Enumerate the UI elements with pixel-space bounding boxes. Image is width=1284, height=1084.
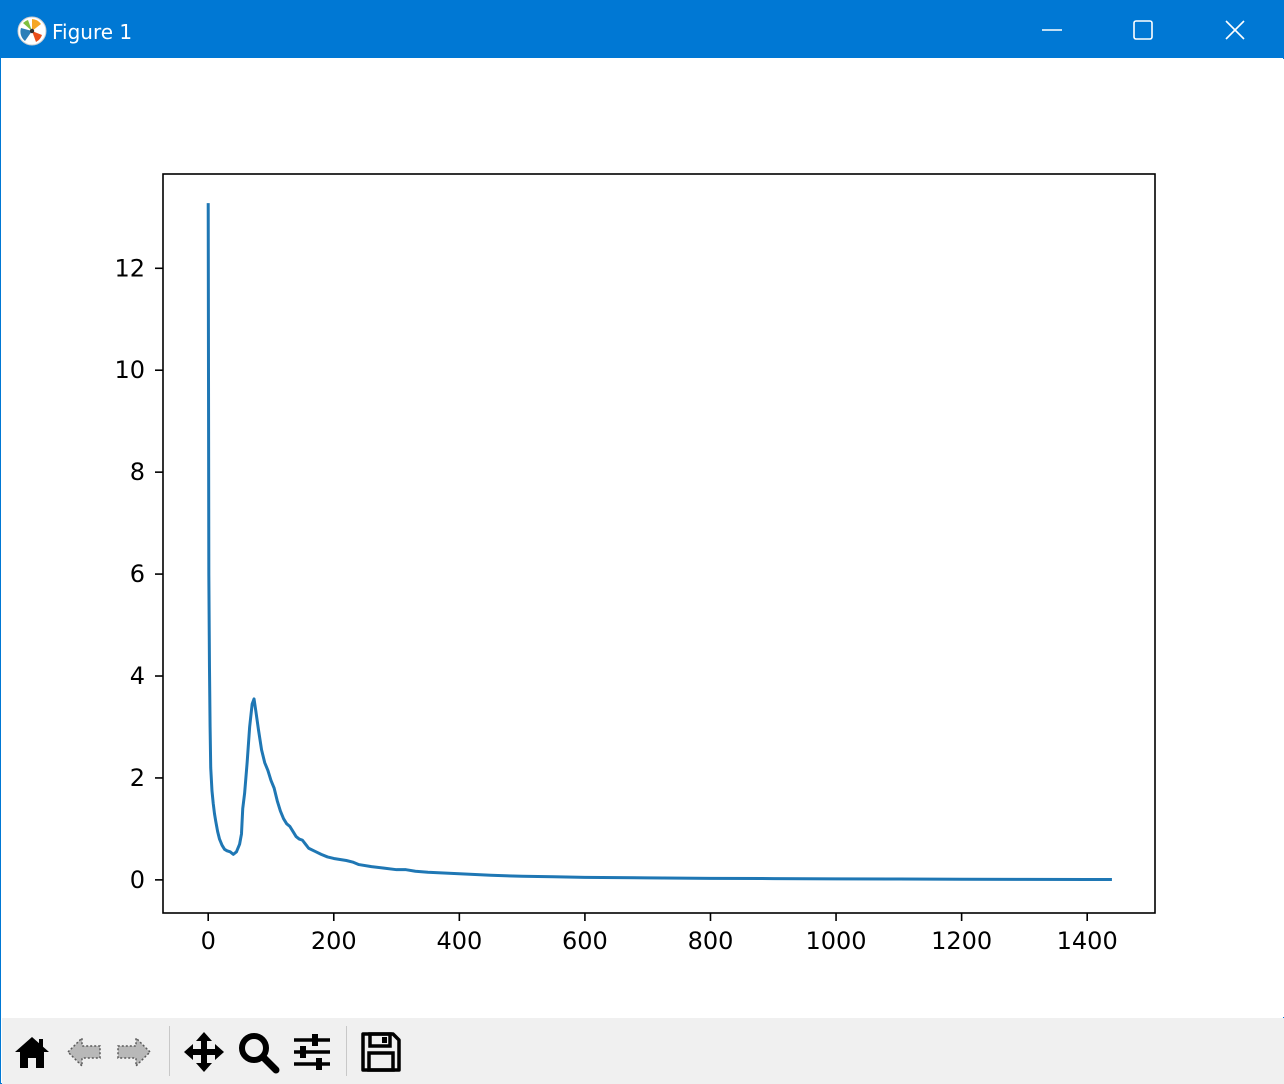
x-tick-label: 1400	[1057, 927, 1118, 955]
navigation-toolbar	[2, 1018, 1284, 1084]
y-tick-label: 12	[114, 254, 145, 282]
toolbar-separator	[346, 1026, 347, 1076]
y-tick-label: 4	[130, 662, 145, 690]
x-tick-label: 400	[436, 927, 482, 955]
window-title: Figure 1	[52, 20, 133, 44]
close-button[interactable]	[1189, 1, 1281, 58]
x-tick-label: 200	[311, 927, 357, 955]
pan-button[interactable]	[180, 1028, 228, 1076]
x-tick-label: 1200	[931, 927, 992, 955]
figure-canvas[interactable]: 0 200 400 600 800 1000 1200 1400 0 2 4 6 8 10 12	[2, 59, 1284, 1017]
axes-frame	[162, 173, 1156, 914]
move-icon	[184, 1032, 224, 1072]
back-arrow-icon	[66, 1036, 101, 1068]
close-icon	[1225, 19, 1245, 40]
home-icon	[15, 1037, 49, 1068]
x-tick-label: 0	[201, 927, 216, 955]
toolbar-separator	[169, 1026, 170, 1076]
forward-button[interactable]	[110, 1028, 158, 1076]
save-button[interactable]	[357, 1028, 405, 1076]
zoom-button[interactable]	[234, 1028, 282, 1076]
x-tick-label: 800	[688, 927, 734, 955]
x-tick-label: 600	[562, 927, 608, 955]
sliders-icon	[294, 1034, 330, 1070]
configure-subplots-button[interactable]	[288, 1028, 336, 1076]
x-tick-label: 1000	[806, 927, 867, 955]
x-axis-ticks: 0 200 400 600 800 1000 1200 1400	[201, 913, 1118, 955]
y-tick-label: 6	[130, 560, 145, 588]
matplotlib-logo-icon	[17, 16, 47, 46]
minimize-button[interactable]	[1006, 1, 1098, 58]
minimize-icon	[1042, 28, 1062, 31]
y-tick-label: 2	[130, 764, 145, 792]
y-tick-label: 8	[130, 458, 145, 486]
maximize-icon	[1133, 19, 1153, 40]
zoom-icon	[239, 1033, 280, 1074]
y-tick-label: 10	[114, 356, 145, 384]
save-icon	[361, 1032, 401, 1072]
y-tick-label: 0	[130, 866, 145, 894]
forward-arrow-icon	[117, 1036, 152, 1068]
title-bar[interactable]: Figure 1	[1, 1, 1283, 58]
y-axis-ticks: 0 2 4 6 8 10 12	[114, 254, 163, 894]
maximize-button[interactable]	[1097, 1, 1189, 58]
figure-window: Figure 1 0 200 400 600 800 1000 1200 1400 0 2 4 6 8…	[0, 0, 1284, 1084]
home-button[interactable]	[8, 1028, 56, 1076]
line-chart: 0 200 400 600 800 1000 1200 1400 0 2 4 6 8 10 12	[114, 173, 1156, 955]
back-button[interactable]	[60, 1028, 108, 1076]
